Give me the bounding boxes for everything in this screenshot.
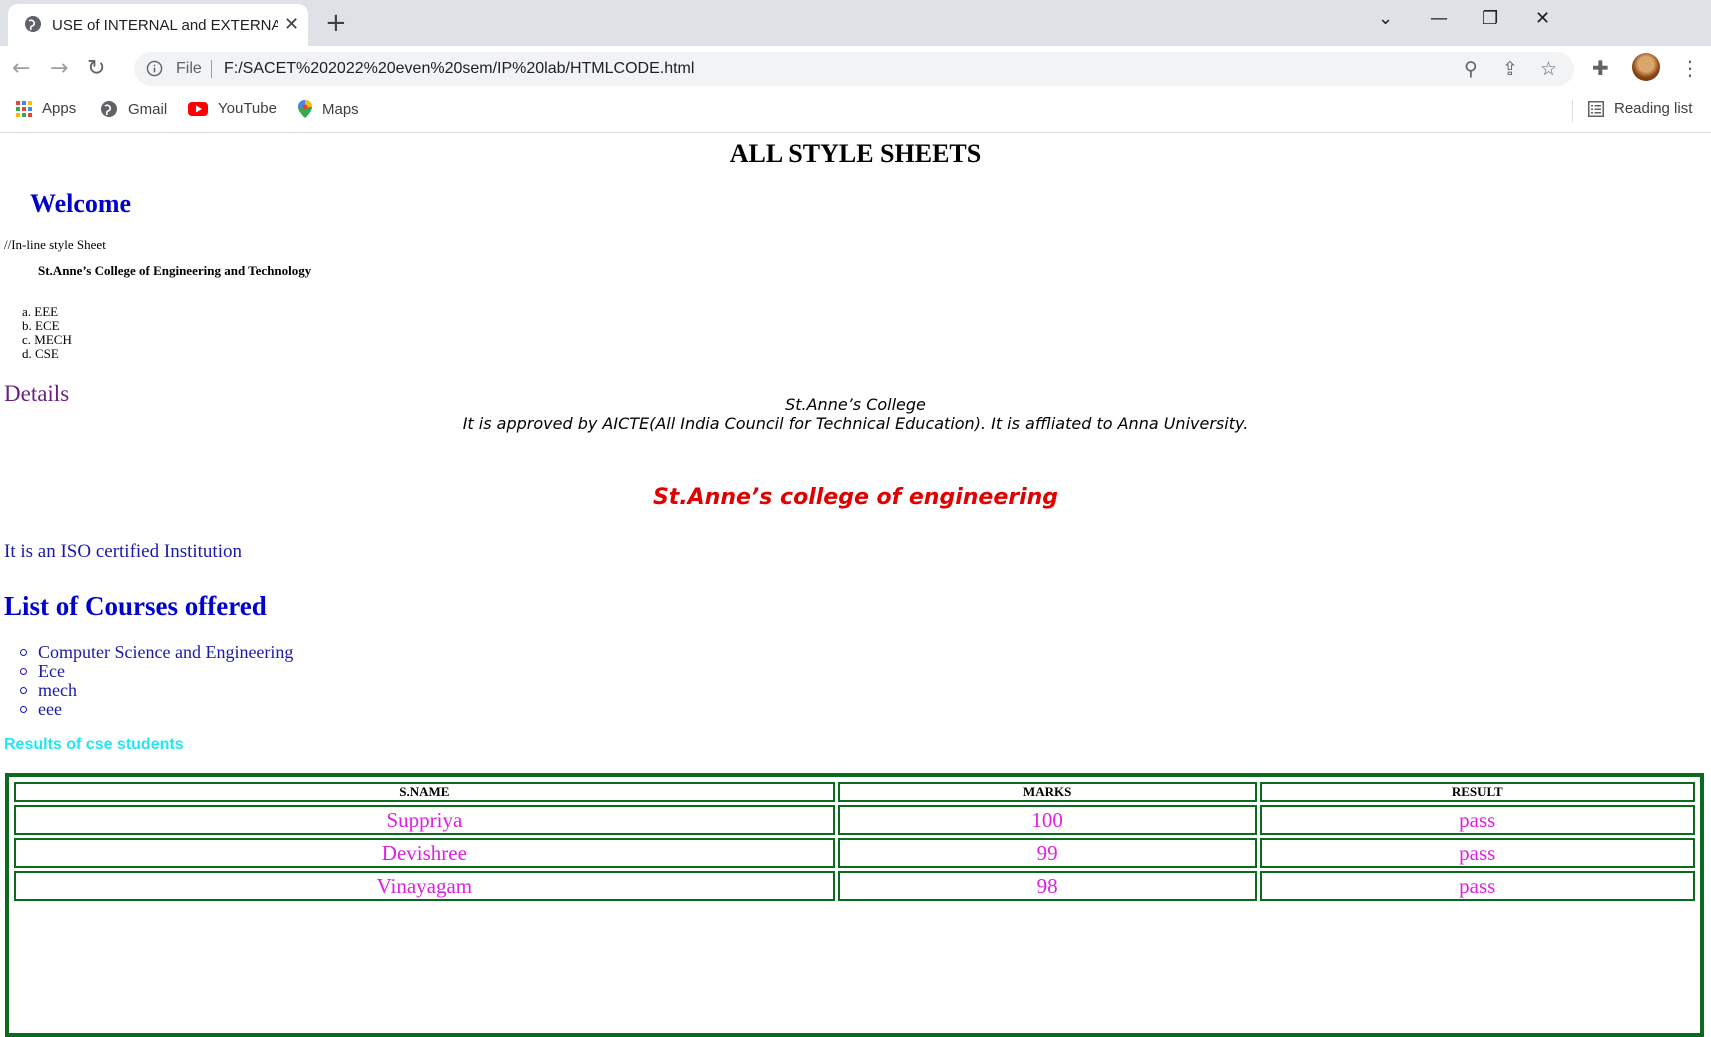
- column-header: RESULT: [1259, 782, 1695, 802]
- reading-list-icon: [1588, 100, 1604, 117]
- list-item: eee: [18, 700, 293, 719]
- list-marker: c.: [22, 332, 32, 347]
- profile-avatar[interactable]: [1632, 53, 1660, 81]
- page-heading: ALL STYLE SHEETS: [729, 139, 982, 168]
- minimize-icon[interactable]: —: [1430, 8, 1448, 29]
- table-cell: Suppriya: [14, 805, 835, 835]
- bookmark-label: Maps: [322, 100, 359, 118]
- tab-title: USE of INTERNAL and EXTERNAL: [52, 17, 278, 34]
- list-item: Computer Science and Engineering: [18, 643, 293, 662]
- table-cell: Devishree: [14, 838, 835, 868]
- department-name: ECE: [35, 318, 60, 333]
- table-row: Vinayagam 98 pass: [14, 871, 1695, 901]
- list-marker: b.: [22, 318, 32, 333]
- reading-list-button[interactable]: Reading list: [1588, 100, 1692, 117]
- bookmark-youtube[interactable]: YouTube: [188, 100, 277, 117]
- browser-toolbar: ← → ↻ File F:/SACET%202022%20even%20sem/…: [0, 46, 1711, 92]
- list-item: d. CSE: [22, 347, 72, 361]
- department-list: a. EEE b. ECE c. MECH d. CSE: [22, 305, 72, 361]
- table-cell: Vinayagam: [14, 871, 835, 901]
- browser-tab[interactable]: USE of INTERNAL and EXTERNAL ✕: [8, 4, 308, 46]
- zoom-icon[interactable]: ⚲: [1464, 58, 1478, 80]
- back-icon[interactable]: ←: [12, 56, 30, 81]
- bookmark-label: Gmail: [128, 100, 168, 118]
- extensions-icon[interactable]: ✚: [1592, 56, 1609, 80]
- new-tab-button[interactable]: +: [325, 8, 347, 38]
- bookmark-apps[interactable]: Apps: [16, 100, 76, 117]
- list-item: b. ECE: [22, 319, 72, 333]
- results-table-grid: S.NAME MARKS RESULT Suppriya 100 pass De…: [11, 779, 1698, 904]
- menu-icon[interactable]: ⋮: [1680, 56, 1700, 80]
- maps-pin-icon: [298, 100, 312, 118]
- share-icon[interactable]: ⇪: [1502, 58, 1518, 80]
- details-line-1: St.Anne’s College: [785, 395, 926, 414]
- url-text[interactable]: F:/SACET%202022%20even%20sem/IP%20lab/HT…: [224, 60, 694, 78]
- department-name: EEE: [34, 304, 59, 319]
- list-marker: a.: [22, 304, 32, 319]
- youtube-icon: [188, 101, 208, 116]
- tab-close-icon[interactable]: ✕: [284, 14, 299, 35]
- table-cell: pass: [1259, 805, 1695, 835]
- address-bar[interactable]: File F:/SACET%202022%20even%20sem/IP%20l…: [134, 52, 1574, 86]
- globe-icon: [25, 16, 41, 32]
- results-heading: Results of cse students: [4, 736, 184, 753]
- welcome-heading: Welcome: [30, 189, 132, 218]
- courses-list: Computer Science and Engineering Ece mec…: [18, 643, 293, 719]
- forward-icon[interactable]: →: [50, 56, 68, 81]
- file-label: File: [176, 60, 202, 77]
- iso-statement: It is an ISO certified Institution: [4, 541, 242, 562]
- reading-list-label: Reading list: [1614, 100, 1693, 117]
- omnibox-divider: [211, 60, 212, 78]
- department-name: CSE: [35, 346, 59, 361]
- tab-search-chevron-icon[interactable]: ⌄: [1378, 8, 1393, 29]
- list-item: a. EEE: [22, 305, 72, 319]
- column-header: S.NAME: [14, 782, 835, 802]
- courses-heading: List of Courses offered: [4, 591, 267, 621]
- table-row: Devishree 99 pass: [14, 838, 1695, 868]
- college-name-bold: St.Anne’s College of Engineering and Tec…: [38, 263, 312, 278]
- page-content: ALL STYLE SHEETS Welcome //In-line style…: [0, 133, 1711, 1037]
- close-window-icon[interactable]: ✕: [1535, 8, 1550, 29]
- bookmark-maps[interactable]: Maps: [298, 100, 359, 118]
- apps-grid-icon: [16, 100, 32, 117]
- list-item: Ece: [18, 662, 293, 681]
- details-line-2: It is approved by AICTE(All India Counci…: [462, 414, 1249, 433]
- results-table: S.NAME MARKS RESULT Suppriya 100 pass De…: [5, 773, 1704, 1037]
- column-header: MARKS: [837, 782, 1257, 802]
- table-cell: 100: [837, 805, 1257, 835]
- table-cell: pass: [1259, 871, 1695, 901]
- college-name-red: St.Anne’s college of engineering: [652, 485, 1059, 510]
- list-item: mech: [18, 681, 293, 700]
- bookmarks-divider: [1572, 100, 1573, 122]
- list-item: c. MECH: [22, 333, 72, 347]
- bookmark-star-icon[interactable]: ☆: [1540, 58, 1557, 80]
- bookmark-label: YouTube: [218, 100, 277, 117]
- table-cell: pass: [1259, 838, 1695, 868]
- info-icon[interactable]: [146, 60, 163, 77]
- globe-icon: [101, 101, 117, 117]
- department-name: MECH: [34, 332, 72, 347]
- table-header-row: S.NAME MARKS RESULT: [14, 782, 1695, 802]
- restore-icon[interactable]: ❐: [1482, 8, 1498, 29]
- bookmark-gmail[interactable]: Gmail: [100, 100, 167, 118]
- bookmarks-bar: Apps Gmail YouTube Maps Reading list: [0, 92, 1711, 133]
- table-cell: 98: [837, 871, 1257, 901]
- bookmark-label: Apps: [42, 100, 77, 117]
- inline-style-note: //In-line style Sheet: [4, 237, 106, 252]
- table-row: Suppriya 100 pass: [14, 805, 1695, 835]
- tab-strip: USE of INTERNAL and EXTERNAL ✕ + ⌄ — ❐ ✕: [0, 0, 1711, 46]
- list-marker: d.: [22, 346, 32, 361]
- table-cell: 99: [837, 838, 1257, 868]
- reload-icon[interactable]: ↻: [87, 56, 105, 81]
